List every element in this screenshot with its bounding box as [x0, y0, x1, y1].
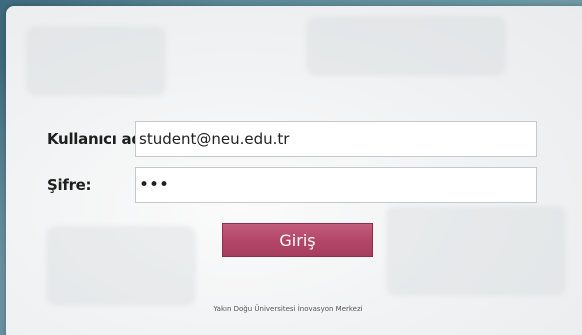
login-button[interactable]: Giriş — [222, 223, 373, 257]
background-decoration — [306, 16, 506, 76]
background-decoration — [26, 26, 166, 96]
password-label: Şifre: — [47, 176, 92, 194]
footer-text: Yakın Doğu Üniversitesi İnovasyon Merkez… — [213, 305, 363, 313]
password-input[interactable] — [135, 167, 537, 203]
background-decoration — [386, 206, 566, 296]
background-decoration — [46, 226, 196, 306]
footer: Yakın Doğu Üniversitesi İnovasyon Merkez… — [6, 305, 582, 313]
login-panel: Kullanıcı adı: Şifre: Giriş Yakın Doğu Ü… — [6, 6, 582, 335]
username-input[interactable] — [135, 121, 537, 157]
